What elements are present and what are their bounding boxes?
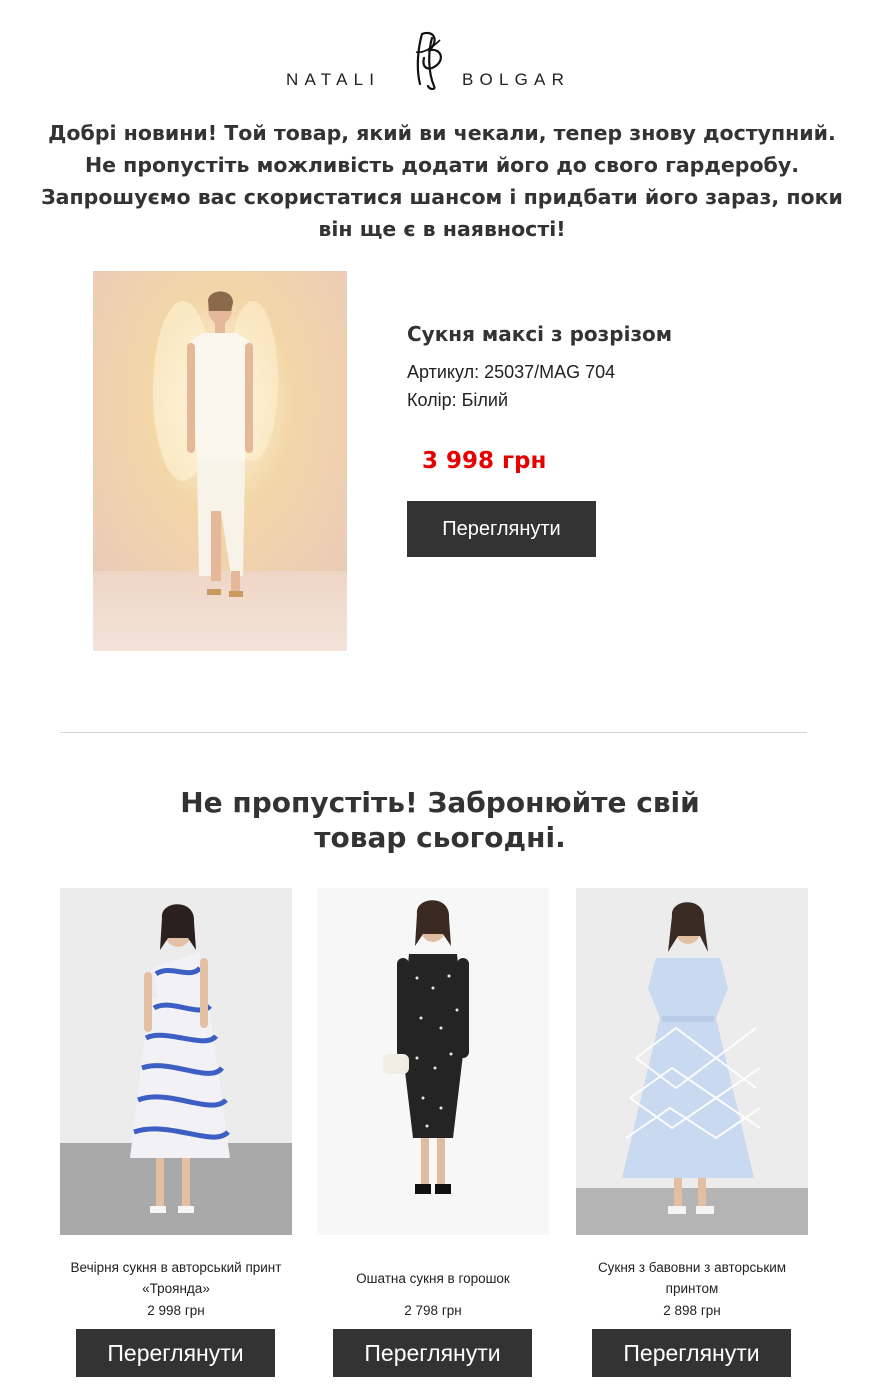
hero-product-price: 3 998 грн [422, 448, 547, 474]
product-image[interactable] [576, 888, 808, 1235]
section-divider [60, 732, 807, 733]
product-image[interactable] [60, 888, 292, 1235]
product-photo-polka-dot-dress [317, 888, 549, 1235]
hero-product-name[interactable]: Сукня максі з розрізом [407, 322, 827, 346]
intro-message: Добрі новини! Той товар, який ви чекали,… [41, 121, 843, 241]
hero-product-sku: Артикул: 25037/MAG 704 [407, 362, 616, 382]
product-price: 2 798 грн [404, 1303, 462, 1318]
nb-monogram-icon [415, 31, 442, 90]
hero-product-meta: Артикул: 25037/MAG 704 Колір: Білий [407, 358, 827, 414]
product-view-button[interactable]: Переглянути [76, 1329, 275, 1377]
hero-product-color: Колір: Білий [407, 390, 509, 410]
product-photo-cotton-print-dress [576, 888, 808, 1235]
hero-view-button[interactable]: Переглянути [407, 501, 596, 557]
brand-logo[interactable]: NATALI BOLGAR [0, 28, 884, 90]
product-card: Сукня з бавовни з авторським принтом 2 8… [576, 888, 808, 1377]
product-card: Ошатна сукня в горошок 2 798 грн Перегля… [317, 888, 549, 1377]
hero-product-photo [93, 271, 347, 651]
product-name[interactable]: Ошатна сукня в горошок [317, 1257, 549, 1299]
product-price: 2 898 грн [663, 1303, 721, 1318]
product-view-button[interactable]: Переглянути [333, 1329, 532, 1377]
product-card: Вечірня сукня в авторський принт «Троянд… [60, 888, 292, 1377]
product-image[interactable] [317, 888, 549, 1235]
hero-product-image[interactable] [93, 271, 347, 651]
logo-text-natali: NATALI [286, 70, 381, 89]
recommend-section-title: Не пропустіть! Забронюйте свій товар сьо… [180, 786, 700, 854]
product-view-button[interactable]: Переглянути [592, 1329, 791, 1377]
hero-product-info: Сукня максі з розрізом Артикул: 25037/MA… [407, 322, 827, 474]
logo-text-bolgar: BOLGAR [462, 70, 571, 89]
product-photo-rose-print-dress [60, 888, 292, 1235]
product-price: 2 998 грн [147, 1303, 205, 1318]
product-name[interactable]: Сукня з бавовни з авторським принтом [576, 1257, 808, 1299]
product-name[interactable]: Вечірня сукня в авторський принт «Троянд… [60, 1257, 292, 1299]
